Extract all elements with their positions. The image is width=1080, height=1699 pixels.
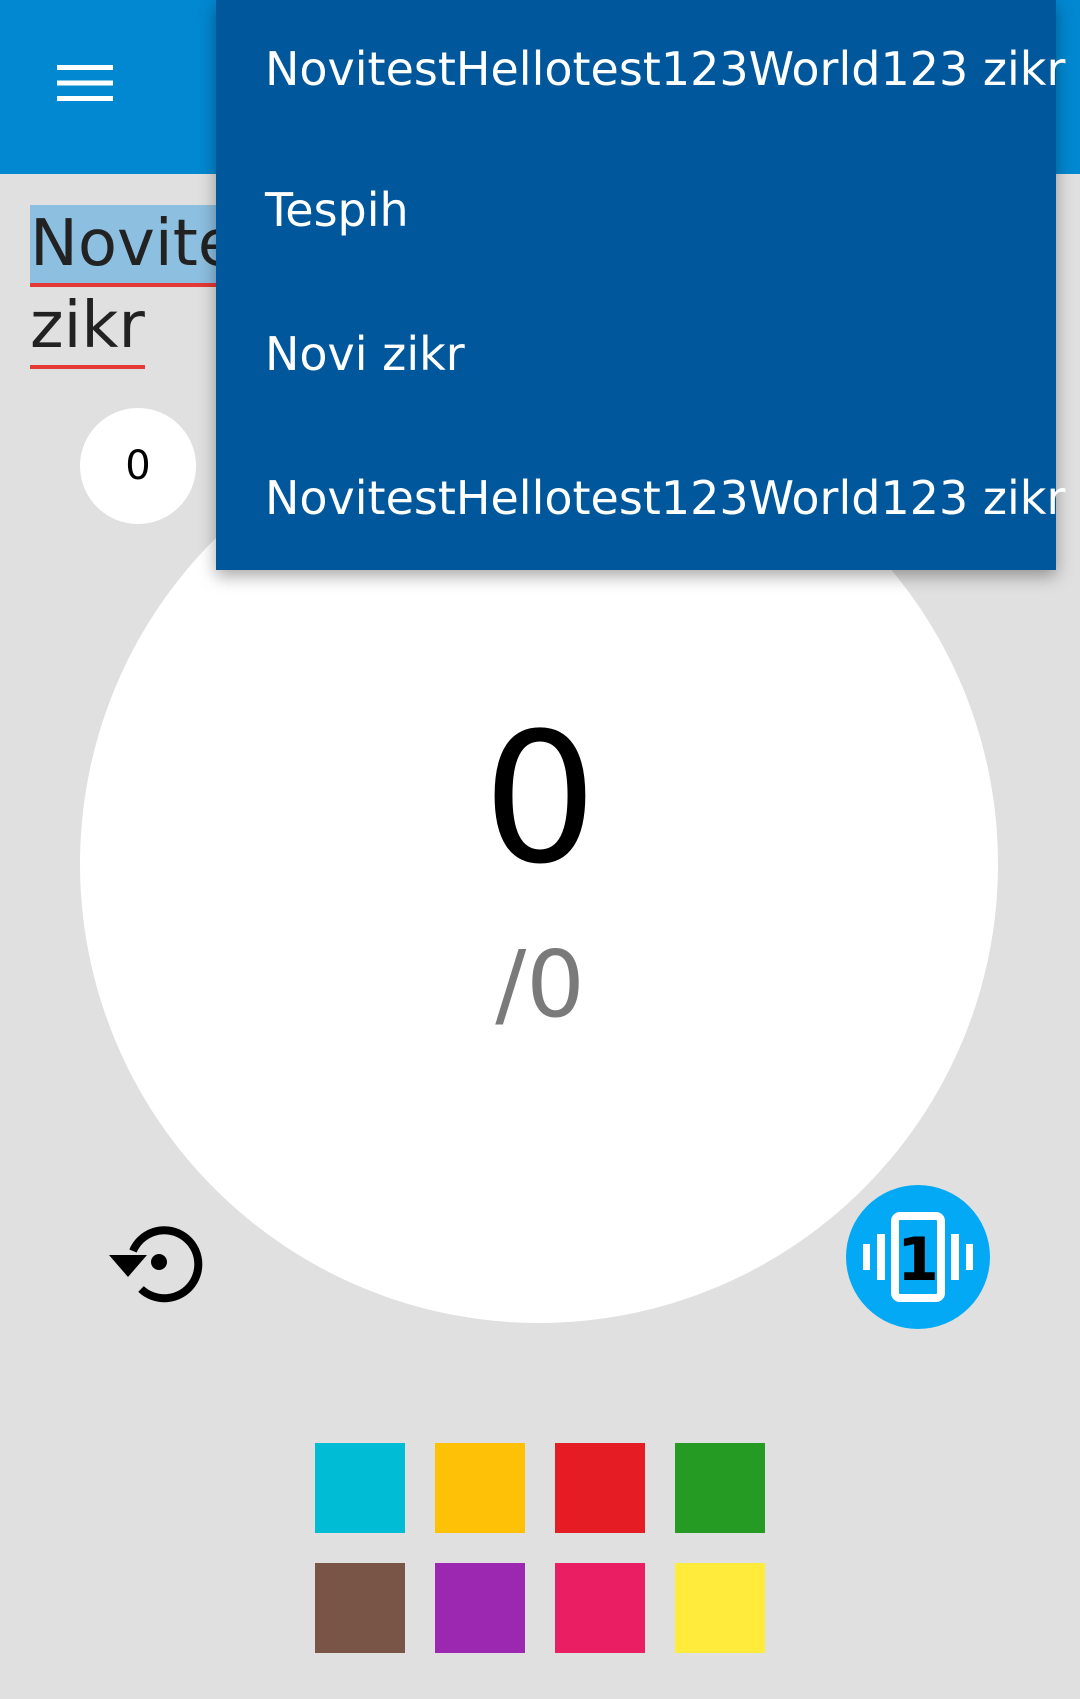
title-text: zikr xyxy=(30,287,145,369)
color-swatch-yellow[interactable] xyxy=(675,1563,765,1653)
restore-icon xyxy=(109,1226,203,1303)
color-swatch-purple[interactable] xyxy=(435,1563,525,1653)
round-counter-badge: 0 xyxy=(80,408,196,524)
vibration-icon: 1 xyxy=(863,1212,973,1302)
zikr-dropdown-menu: NovitestHellotest123World123 zikr Tespih… xyxy=(216,0,1065,570)
dropdown-item[interactable]: Tespih xyxy=(216,138,1056,282)
reset-button[interactable] xyxy=(98,1205,208,1315)
dropdown-item[interactable]: Novi zikr xyxy=(216,282,1056,426)
count-value: 0 xyxy=(482,695,598,904)
color-swatch-amber[interactable] xyxy=(435,1443,525,1533)
color-swatch-brown[interactable] xyxy=(315,1563,405,1653)
color-swatch-pink[interactable] xyxy=(555,1563,645,1653)
color-swatch-green[interactable] xyxy=(675,1443,765,1533)
vibrate-level-label: 1 xyxy=(897,1225,939,1295)
hamburger-menu-icon[interactable] xyxy=(40,38,130,128)
vibrate-toggle-button[interactable]: 1 xyxy=(846,1185,990,1329)
count-target: /0 xyxy=(495,931,585,1038)
color-swatch-cyan[interactable] xyxy=(315,1443,405,1533)
dropdown-item[interactable]: NovitestHellotest123World123 zikr xyxy=(216,426,1065,570)
dropdown-item[interactable]: NovitestHellotest123World123 zikr xyxy=(216,0,1065,138)
color-swatch-red[interactable] xyxy=(555,1443,645,1533)
